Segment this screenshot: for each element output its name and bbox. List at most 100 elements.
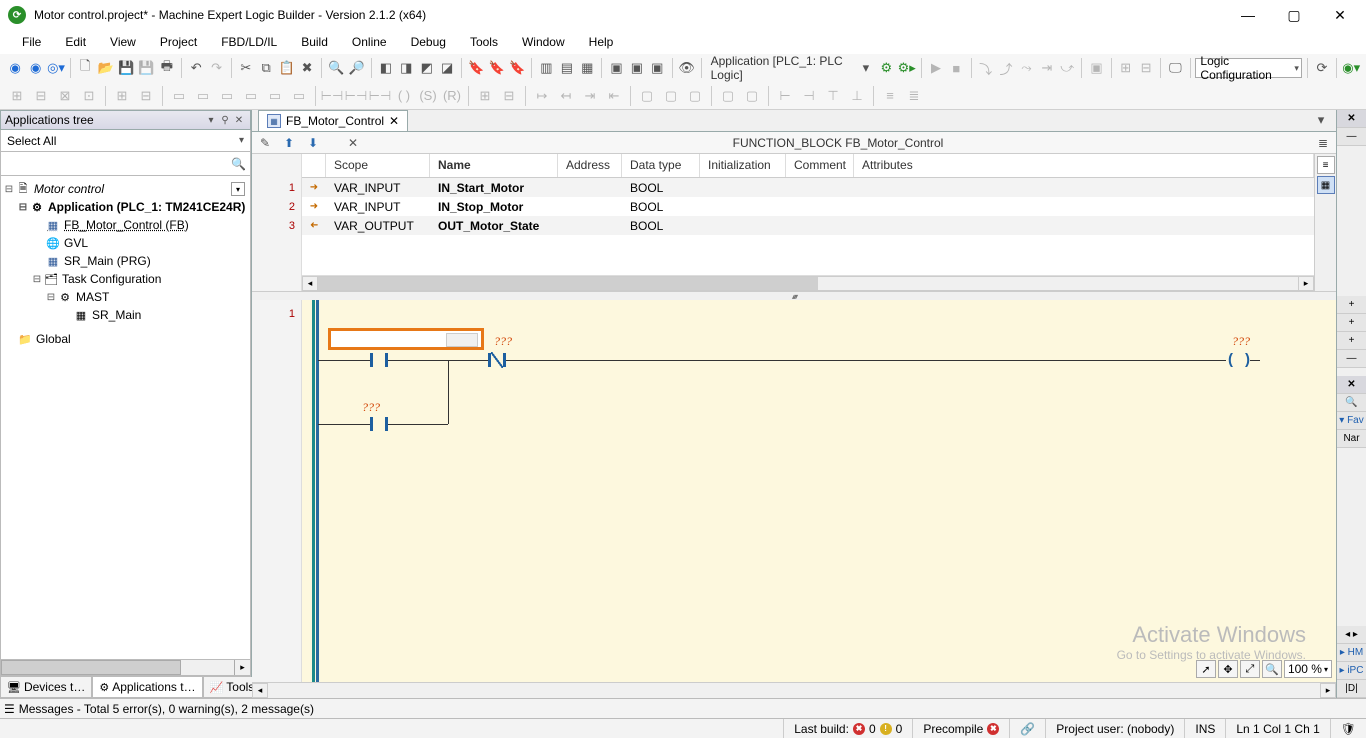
tree-fb-motor-control[interactable]: ▦ FB_Motor_Control (FB) bbox=[3, 216, 248, 234]
findreplace-icon[interactable]: 🔎 bbox=[347, 57, 365, 79]
col-datatype[interactable]: Data type bbox=[622, 154, 700, 177]
ld-n-icon[interactable]: ⊟ bbox=[498, 85, 520, 107]
menu-build[interactable]: Build bbox=[289, 32, 340, 52]
ld-z-icon[interactable]: ⊤ bbox=[822, 85, 844, 107]
tab-applications[interactable]: ⚙Applications t… bbox=[92, 677, 202, 698]
ld-r-icon[interactable]: ⇤ bbox=[603, 85, 625, 107]
panel-menu-icon[interactable]: ▾ bbox=[204, 115, 218, 126]
panel-pin-icon[interactable]: ⚲ bbox=[218, 115, 232, 126]
decl-row[interactable]: VAR_INPUT IN_Start_Motor BOOL bbox=[302, 178, 1314, 197]
search-icon[interactable]: 🔍 bbox=[231, 157, 246, 171]
bookmark1-icon[interactable]: ◧ bbox=[377, 57, 395, 79]
right-hm-tab[interactable]: ▸ HM bbox=[1337, 644, 1366, 662]
ld-w-icon[interactable]: ▢ bbox=[741, 85, 763, 107]
t1-icon[interactable]: ⊞ bbox=[1117, 57, 1135, 79]
tree-root[interactable]: ⊟🗎 Motor control ▾ bbox=[3, 180, 248, 198]
ld-q-icon[interactable]: ⇥ bbox=[579, 85, 601, 107]
delete-icon[interactable]: ✖ bbox=[298, 57, 316, 79]
ld-k-icon[interactable]: ▭ bbox=[264, 85, 286, 107]
ld-u-icon[interactable]: ▢ bbox=[684, 85, 706, 107]
status-ins[interactable]: INS bbox=[1184, 719, 1225, 738]
ld-bb-icon[interactable]: ≡ bbox=[879, 85, 901, 107]
ld-g-icon[interactable]: ▭ bbox=[168, 85, 190, 107]
panel-close-icon[interactable]: ✕ bbox=[232, 115, 246, 126]
decl-up-icon[interactable]: ⬆ bbox=[280, 136, 298, 150]
step4-icon[interactable]: ⇥ bbox=[1038, 57, 1056, 79]
right-panel1-close-icon[interactable]: ✕ bbox=[1337, 110, 1366, 128]
breakpoint-icon[interactable]: 🔖 bbox=[467, 57, 485, 79]
right-panel-dash[interactable]: — bbox=[1337, 128, 1366, 146]
tree-mast[interactable]: ⊟⚙ MAST bbox=[3, 288, 248, 306]
nav-back-icon[interactable]: ◉ bbox=[6, 57, 24, 79]
build3-icon[interactable]: ▦ bbox=[578, 57, 596, 79]
bookmark2-icon[interactable]: ◨ bbox=[397, 57, 415, 79]
save-icon[interactable]: 💾 bbox=[117, 57, 135, 79]
zoom-level[interactable]: 100 % bbox=[1284, 660, 1332, 678]
ld-a-icon[interactable]: ⊞ bbox=[6, 85, 28, 107]
tab-devices[interactable]: 🖥Devices t… bbox=[0, 677, 92, 698]
ld-d-icon[interactable]: ⊡ bbox=[78, 85, 100, 107]
logic-config-combo[interactable]: Logic Configuration bbox=[1195, 58, 1301, 78]
col-init[interactable]: Initialization bbox=[700, 154, 786, 177]
tree-task-config[interactable]: ⊟🗂 Task Configuration bbox=[3, 270, 248, 288]
menu-fbd[interactable]: FBD/LD/IL bbox=[209, 32, 289, 52]
find-icon[interactable]: 🔍 bbox=[327, 57, 345, 79]
panel-header[interactable]: Applications tree ▾ ⚲ ✕ bbox=[0, 110, 251, 130]
decl-row[interactable]: VAR_OUTPUT OUT_Motor_State BOOL bbox=[302, 216, 1314, 235]
new-icon[interactable]: 🗋 bbox=[76, 57, 94, 79]
menu-help[interactable]: Help bbox=[577, 32, 626, 52]
brk-icon[interactable]: ▣ bbox=[1087, 57, 1105, 79]
bp2-icon[interactable]: 🔖 bbox=[488, 57, 506, 79]
ld-contact3-icon[interactable]: ⊢⊣ bbox=[369, 85, 391, 107]
copy-icon[interactable]: ⧉ bbox=[257, 57, 275, 79]
right-name-tab[interactable]: Nar bbox=[1337, 430, 1366, 448]
menu-project[interactable]: Project bbox=[148, 32, 209, 52]
right-fav-tab[interactable]: ▾ Fav bbox=[1337, 412, 1366, 430]
maximize-button[interactable]: ▢ bbox=[1280, 5, 1308, 25]
ld-x-icon[interactable]: ⊢ bbox=[774, 85, 796, 107]
tree-hscroll[interactable]: ▸ bbox=[0, 660, 251, 676]
step1-icon[interactable]: ⤵ bbox=[976, 57, 994, 79]
cfg2-icon[interactable]: ▣ bbox=[628, 57, 646, 79]
nav-fwd-icon[interactable]: ◉ bbox=[26, 57, 44, 79]
col-attr[interactable]: Attributes bbox=[854, 154, 1314, 177]
menu-online[interactable]: Online bbox=[340, 32, 399, 52]
build1-icon[interactable]: ▥ bbox=[537, 57, 555, 79]
tab-close-icon[interactable]: ✕ bbox=[389, 114, 399, 128]
col-scope[interactable]: Scope bbox=[326, 154, 430, 177]
zoom-icon[interactable]: 🔍 bbox=[1262, 660, 1282, 678]
menu-debug[interactable]: Debug bbox=[399, 32, 458, 52]
col-comment[interactable]: Comment bbox=[786, 154, 854, 177]
decl-down-icon[interactable]: ⬇ bbox=[304, 136, 322, 150]
cfg1-icon[interactable]: ▣ bbox=[607, 57, 625, 79]
watch-icon[interactable]: 👁 bbox=[677, 57, 695, 79]
step2-icon[interactable]: ⤴ bbox=[997, 57, 1015, 79]
ld-coil2-icon[interactable]: (S) bbox=[417, 85, 439, 107]
right-ipc-tab[interactable]: ▸ iPC bbox=[1337, 662, 1366, 680]
ld-b-icon[interactable]: ⊟ bbox=[30, 85, 52, 107]
ld-contact-icon[interactable]: ⊢⊣ bbox=[321, 85, 343, 107]
build2-icon[interactable]: ▤ bbox=[558, 57, 576, 79]
cut-icon[interactable]: ✂ bbox=[237, 57, 255, 79]
ld-coil3-icon[interactable]: (R) bbox=[441, 85, 463, 107]
nav-home-icon[interactable]: ◎▾ bbox=[47, 57, 65, 79]
undo-icon[interactable]: ↶ bbox=[187, 57, 205, 79]
open-icon[interactable]: 📂 bbox=[96, 57, 114, 79]
tree-global[interactable]: 📁 Global bbox=[3, 330, 248, 348]
decl-table-view-icon[interactable]: ▦ bbox=[1317, 176, 1335, 194]
tree-gvl[interactable]: 🌐 GVL bbox=[3, 234, 248, 252]
right-add2-icon[interactable]: + bbox=[1337, 314, 1366, 332]
coil[interactable] bbox=[1228, 353, 1250, 367]
nc-contact[interactable] bbox=[488, 353, 506, 367]
decl-hscroll[interactable]: ◂▸ bbox=[302, 275, 1314, 291]
messages-bar[interactable]: ☰ Messages - Total 5 error(s), 0 warning… bbox=[0, 698, 1366, 718]
gear-icon[interactable]: ⚙ bbox=[877, 57, 895, 79]
right-panel2-close-icon[interactable]: ✕ bbox=[1337, 376, 1366, 394]
tabs-menu-icon[interactable]: ▾ bbox=[1310, 109, 1332, 131]
stop-icon[interactable]: ■ bbox=[947, 57, 965, 79]
right-add1-icon[interactable]: + bbox=[1337, 296, 1366, 314]
ladder-hscroll[interactable]: ◂▸ bbox=[252, 682, 1336, 698]
ladder-editor[interactable]: Activate Windows Go to Settings to activ… bbox=[302, 300, 1336, 682]
ld-l-icon[interactable]: ▭ bbox=[288, 85, 310, 107]
editor-splitter[interactable]: ▴ ▾ bbox=[252, 292, 1336, 300]
